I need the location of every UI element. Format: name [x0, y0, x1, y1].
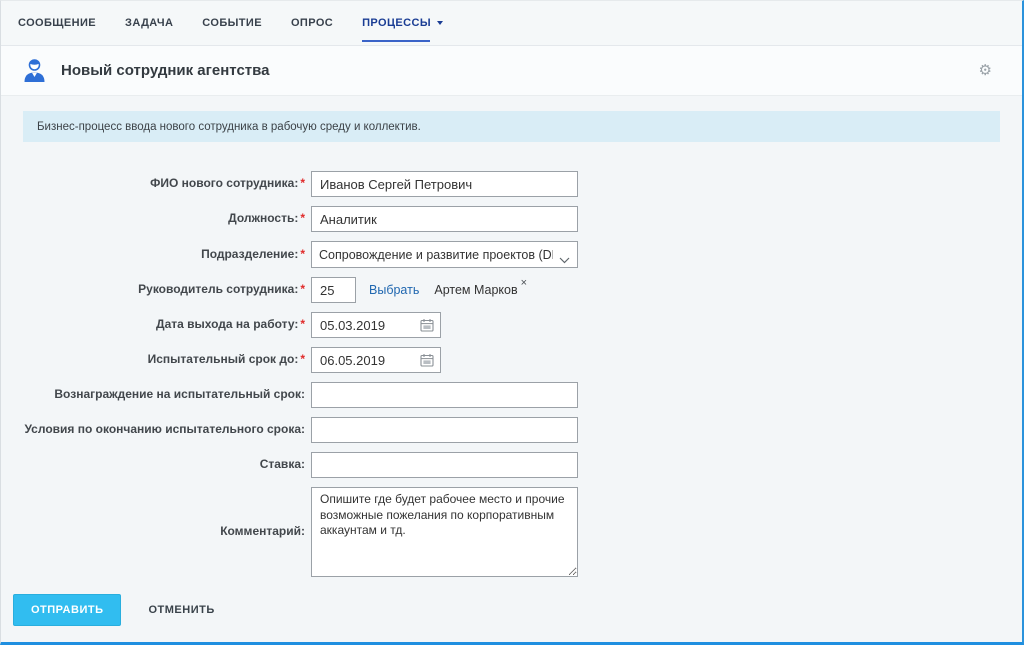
manager-label: Руководитель сотрудника:* [23, 282, 311, 298]
required-mark: * [300, 317, 305, 331]
form-row-manager: Руководитель сотрудника:* Выбрать Артем … [23, 277, 1000, 303]
department-label: Подразделение:* [23, 247, 311, 263]
position-label: Должность:* [23, 211, 311, 227]
required-mark: * [300, 352, 305, 366]
banner-text: Бизнес-процесс ввода нового сотрудника в… [37, 121, 421, 133]
start-date-label: Дата выхода на работу:* [23, 317, 311, 333]
comment-label: Комментарий: [23, 524, 311, 540]
content-area: Бизнес-процесс ввода нового сотрудника в… [1, 96, 1022, 626]
tab-event-label: СОБЫТИЕ [202, 17, 262, 29]
tab-task-label: ЗАДАЧА [125, 17, 173, 29]
tab-event[interactable]: СОБЫТИЕ [202, 1, 262, 45]
fullname-input[interactable] [311, 171, 578, 197]
required-mark: * [300, 176, 305, 190]
probation-end-label: Испытательный срок до:* [23, 352, 311, 368]
form-row-fullname: ФИО нового сотрудника:* [23, 171, 1000, 197]
form-row-position: Должность:* [23, 206, 1000, 232]
after-probation-terms-label: Условия по окончанию испытательного срок… [23, 422, 311, 438]
cancel-button[interactable]: ОТМЕНИТЬ [148, 604, 214, 616]
form-row-after-probation-terms: Условия по окончанию испытательного срок… [23, 417, 1000, 443]
form-row-rate: Ставка: [23, 452, 1000, 478]
start-date-wrap [311, 312, 441, 338]
chevron-down-icon [437, 21, 443, 25]
tab-processes-label: ПРОЦЕССЫ [362, 17, 431, 29]
tab-poll-label: ОПРОС [291, 17, 333, 29]
probation-reward-label: Вознаграждение на испытательный срок: [23, 387, 311, 403]
rate-input[interactable] [311, 452, 578, 478]
calendar-icon[interactable] [420, 318, 434, 332]
tab-task[interactable]: ЗАДАЧА [125, 1, 173, 45]
calendar-icon[interactable] [420, 353, 434, 367]
department-select[interactable]: Сопровождение и развитие проектов (DEV) [311, 241, 578, 268]
page-header: Новый сотрудник агентства ⚙ [1, 46, 1022, 96]
gear-icon[interactable]: ⚙ [979, 63, 1002, 78]
process-window: СООБЩЕНИЕ ЗАДАЧА СОБЫТИЕ ОПРОС ПРОЦЕССЫ … [0, 0, 1024, 645]
after-probation-terms-input[interactable] [311, 417, 578, 443]
form-row-department: Подразделение:* Сопровождение и развитие… [23, 241, 1000, 268]
comment-textarea[interactable]: Опишите где будет рабочее место и прочие… [311, 487, 578, 577]
page-title: Новый сотрудник агентства [61, 62, 270, 79]
remove-user-icon[interactable]: × [521, 277, 527, 289]
rate-label: Ставка: [23, 457, 311, 473]
form-row-comment: Комментарий: Опишите где будет рабочее м… [23, 487, 1000, 577]
tab-processes[interactable]: ПРОЦЕССЫ [362, 1, 443, 45]
probation-end-wrap [311, 347, 441, 373]
form-row-start-date: Дата выхода на работу:* [23, 312, 1000, 338]
form-row-probation-reward: Вознаграждение на испытательный срок: [23, 382, 1000, 408]
process-description-banner: Бизнес-процесс ввода нового сотрудника в… [23, 111, 1000, 142]
selected-user-name: Артем Марков [434, 283, 517, 297]
submit-button[interactable]: ОТПРАВИТЬ [13, 594, 121, 626]
employee-person-icon [21, 57, 48, 84]
position-input[interactable] [311, 206, 578, 232]
required-mark: * [300, 211, 305, 225]
required-mark: * [300, 282, 305, 296]
fullname-label: ФИО нового сотрудника:* [23, 176, 311, 192]
tab-bar: СООБЩЕНИЕ ЗАДАЧА СОБЫТИЕ ОПРОС ПРОЦЕССЫ [1, 1, 1022, 46]
required-mark: * [300, 247, 305, 261]
tab-message-label: СООБЩЕНИЕ [18, 17, 96, 29]
probation-reward-input[interactable] [311, 382, 578, 408]
form-actions: ОТПРАВИТЬ ОТМЕНИТЬ [13, 594, 1000, 626]
tab-message[interactable]: СООБЩЕНИЕ [18, 1, 96, 45]
new-employee-form: ФИО нового сотрудника:* Должность:* Подр… [23, 171, 1000, 577]
choose-user-link[interactable]: Выбрать [369, 283, 419, 297]
form-row-probation-end: Испытательный срок до:* [23, 347, 1000, 373]
department-select-wrap: Сопровождение и развитие проектов (DEV) [311, 241, 578, 268]
manager-id-input[interactable] [311, 277, 356, 303]
tab-poll[interactable]: ОПРОС [291, 1, 333, 45]
